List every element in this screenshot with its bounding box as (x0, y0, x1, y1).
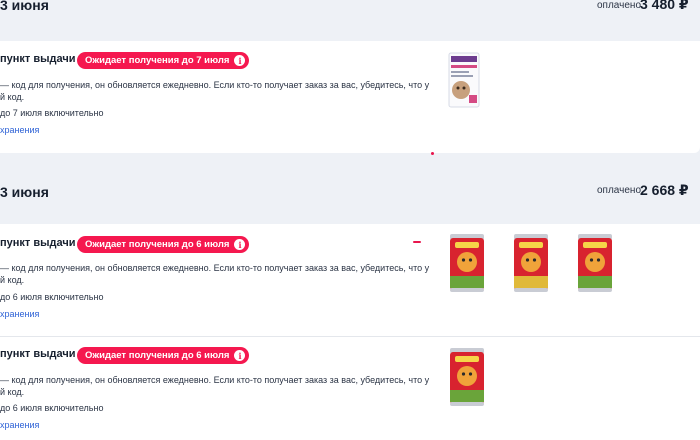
carousel-indicator (431, 152, 434, 155)
storage-link[interactable]: хранения (0, 420, 39, 430)
pickup-code-description: — код для получения, он обновляется ежед… (0, 80, 430, 102)
cat-food-can-image (514, 234, 548, 292)
product-thumbnail[interactable] (447, 346, 487, 413)
shipment-divider (0, 336, 700, 337)
pickup-point-title: пункт выдачи (0, 53, 76, 65)
paid-label: оплачено (597, 185, 642, 196)
storage-until: до 6 июля включительно (0, 292, 104, 302)
paid-amount: 2 668 ₽ (640, 182, 689, 198)
pickup-code-description: — код для получения, он обновляется ежед… (0, 375, 430, 397)
info-icon[interactable]: i (234, 239, 246, 250)
cat-food-box-image (448, 52, 480, 108)
cat-food-can-image (450, 348, 484, 406)
storage-link[interactable]: хранения (0, 125, 39, 135)
info-icon[interactable]: i (234, 55, 246, 66)
info-icon[interactable]: i (234, 350, 246, 361)
product-thumbnail[interactable] (511, 232, 551, 299)
status-badge-text: Ожидает получения до 6 июля (85, 350, 230, 361)
pickup-point-title: пункт выдачи (0, 348, 76, 360)
status-badge: Ожидает получения до 7 июля i (77, 52, 250, 69)
status-badge-text: Ожидает получения до 7 июля (85, 55, 230, 66)
product-thumbnail[interactable] (575, 232, 615, 299)
order-header: 3 июня оплачено 2 668 ₽ (0, 160, 700, 224)
cat-food-can-image (578, 234, 612, 292)
order-date: 3 июня (0, 184, 49, 200)
storage-until: до 7 июля включительно (0, 108, 104, 118)
status-badge-text: Ожидает получения до 6 июля (85, 239, 230, 250)
product-thumbnail[interactable] (447, 232, 487, 299)
product-thumbnail[interactable] (447, 51, 481, 114)
paid-label: оплачено (597, 0, 642, 11)
collapse-indicator (413, 241, 421, 243)
order-card: пункт выдачи Ожидает получения до 7 июля… (0, 41, 700, 153)
storage-until: до 6 июля включительно (0, 403, 104, 413)
storage-link[interactable]: хранения (0, 309, 39, 319)
pickup-point-title: пункт выдачи (0, 237, 76, 249)
order-header: 3 июня оплачено 3 480 ₽ (0, 0, 700, 40)
cat-food-can-image (450, 234, 484, 292)
pickup-code-description: — код для получения, он обновляется ежед… (0, 263, 430, 285)
order-card: пункт выдачи Ожидает получения до 6 июля… (0, 224, 700, 440)
order-date: 3 июня (0, 0, 49, 13)
status-badge: Ожидает получения до 6 июля i (77, 236, 250, 253)
paid-amount: 3 480 ₽ (640, 0, 689, 12)
status-badge: Ожидает получения до 6 июля i (77, 347, 250, 364)
